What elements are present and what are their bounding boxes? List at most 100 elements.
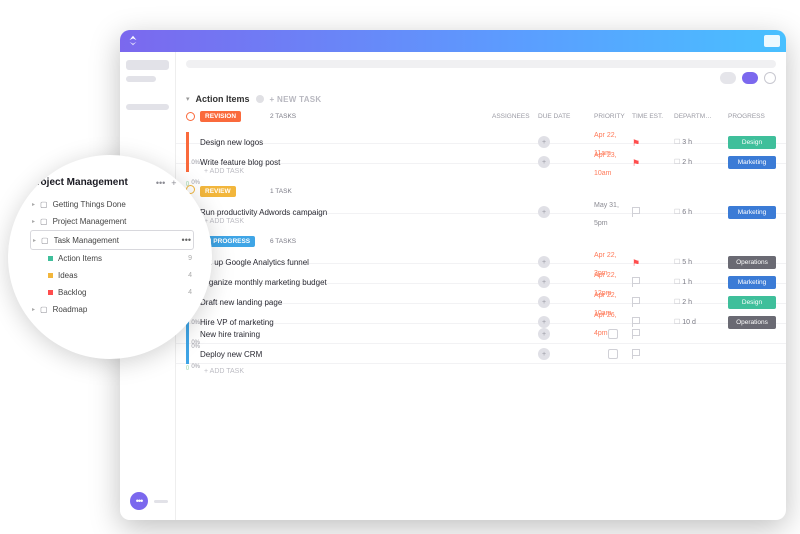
add-task-button[interactable]: + ADD TASK xyxy=(176,364,786,378)
more-icon[interactable]: ••• xyxy=(182,235,191,245)
time-estimate[interactable]: ☐1 h xyxy=(674,278,728,286)
view-pill-active[interactable] xyxy=(742,72,758,84)
assignee-icon[interactable]: + xyxy=(538,276,550,288)
department-tag[interactable]: Operations xyxy=(728,316,776,329)
assignee-icon[interactable]: + xyxy=(538,136,550,148)
task-row[interactable]: Organize monthly marketing budget+Apr 22… xyxy=(176,264,786,284)
add-icon[interactable]: + xyxy=(171,178,176,188)
due-date[interactable]: May 31, 5pm xyxy=(594,202,619,227)
info-icon[interactable] xyxy=(256,95,264,103)
collapse-icon[interactable]: ▾ xyxy=(186,95,190,103)
sidebar-list-item[interactable]: Action Items9 xyxy=(30,250,194,267)
status-header[interactable]: IN PROGRESS6 TASKS xyxy=(176,228,786,244)
task-name: Design new logos xyxy=(200,138,492,147)
app-logo-icon xyxy=(126,34,140,48)
priority-flag-icon[interactable]: ⚑ xyxy=(632,138,640,148)
task-name: Deploy new CRM xyxy=(200,350,492,359)
sidebar-list-item[interactable]: Ideas4 xyxy=(30,267,194,284)
department-tag[interactable]: Marketing xyxy=(728,276,776,289)
priority-flag-icon[interactable] xyxy=(632,297,640,307)
department-tag[interactable]: Marketing xyxy=(728,156,776,169)
main-panel: ▾ Action Items + NEW TASK REVISION 2 TASK… xyxy=(176,52,786,520)
time-estimate[interactable]: ☐10 d xyxy=(674,318,728,326)
task-row[interactable]: New hire training+0% xyxy=(176,324,786,344)
task-row[interactable]: Deploy new CRM+0% xyxy=(176,344,786,364)
sidebar-item-label: Task Management xyxy=(54,236,177,245)
assignee-icon[interactable]: + xyxy=(538,206,550,218)
status-header[interactable]: REVIEW1 TASK xyxy=(176,178,786,194)
header-placeholder xyxy=(186,60,776,68)
sidebar-item-label: Backlog xyxy=(58,288,183,297)
priority-flag-icon[interactable] xyxy=(632,317,640,327)
priority-flag-icon[interactable]: ⚑ xyxy=(632,158,640,168)
department-tag[interactable]: Marketing xyxy=(728,206,776,219)
list-color-icon xyxy=(48,256,53,261)
department-tag[interactable]: Design xyxy=(728,136,776,149)
top-gradient-bar xyxy=(120,30,786,52)
chevron-right-icon: ▸ xyxy=(32,306,35,313)
task-name: Organize monthly marketing budget xyxy=(200,278,492,287)
task-count: 2 TASKS xyxy=(270,113,296,120)
time-estimate[interactable]: ☐2 h xyxy=(674,158,728,166)
time-estimate[interactable]: ☐5 h xyxy=(674,258,728,266)
sidebar-folder-item[interactable]: ▸▢Roadmap xyxy=(30,301,194,318)
view-pill-1[interactable] xyxy=(720,72,736,84)
time-estimate[interactable]: ☐2 h xyxy=(674,298,728,306)
more-icon[interactable]: ••• xyxy=(156,178,165,188)
priority-flag-icon[interactable]: ⚑ xyxy=(632,258,640,268)
time-estimate[interactable]: ☐6 h xyxy=(674,208,728,216)
task-name: Hire VP of marketing xyxy=(200,318,492,327)
item-count: 4 xyxy=(188,289,192,296)
chevron-right-icon: ▸ xyxy=(32,201,35,208)
status-pill: REVISION xyxy=(200,111,241,122)
task-name: Set up Google Analytics funnel xyxy=(200,258,492,267)
sidebar-item-label: Getting Things Done xyxy=(53,200,192,209)
list-color-icon xyxy=(48,290,53,295)
sidebar-item-label: Project Management xyxy=(53,217,192,226)
assignee-icon[interactable]: + xyxy=(538,348,550,360)
task-row[interactable]: Design new logos+Apr 22, 11am⚑☐3 hDesign… xyxy=(176,124,786,144)
sidebar-folder-item[interactable]: ▸ ▢ Project Management xyxy=(30,213,194,230)
task-name: New hire training xyxy=(200,330,492,339)
view-toggle-bar xyxy=(186,70,776,86)
task-row[interactable]: Draft new landing page+Apr 22, 10am☐2 hD… xyxy=(176,284,786,304)
sidebar-list-item[interactable]: Backlog 4 xyxy=(30,284,194,301)
assignee-icon[interactable]: + xyxy=(538,328,550,340)
folder-icon: ▢ xyxy=(40,200,48,209)
time-estimate[interactable]: ☐3 h xyxy=(674,138,728,146)
new-task-button[interactable]: + NEW TASK xyxy=(270,95,322,104)
progress-cell[interactable]: 0% xyxy=(186,364,200,370)
priority-flag-icon[interactable] xyxy=(632,277,640,287)
assignee-icon[interactable]: + xyxy=(538,316,550,328)
settings-icon[interactable] xyxy=(764,72,776,84)
calendar-icon[interactable] xyxy=(608,329,618,339)
task-row[interactable]: Hire VP of marketing+Apr 26, 4pm☐10 dOpe… xyxy=(176,304,786,324)
priority-flag-icon[interactable] xyxy=(632,349,640,359)
task-row[interactable]: Write feature blog post+Apr 23, 10am⚑☐2 … xyxy=(176,144,786,164)
window-control-icon[interactable] xyxy=(764,35,780,47)
department-tag[interactable]: Operations xyxy=(728,256,776,269)
section-title: Action Items xyxy=(196,94,250,104)
department-tag[interactable]: Design xyxy=(728,296,776,309)
assignee-icon[interactable]: + xyxy=(538,256,550,268)
sidebar-item-label: Ideas xyxy=(58,271,183,280)
list-color-icon xyxy=(48,273,53,278)
task-name: Run productivity Adwords campaign xyxy=(200,208,492,217)
sidebar-folder-item[interactable]: ▸ ▢ Getting Things Done xyxy=(30,196,194,213)
status-bar xyxy=(186,132,189,152)
priority-flag-icon[interactable] xyxy=(632,207,640,217)
folder-icon: ▢ xyxy=(40,217,48,226)
status-header[interactable]: REVISION2 TASKSASSIGNEESDUE DATEPRIORITY… xyxy=(176,108,786,124)
task-count: 6 TASKS xyxy=(270,238,296,245)
status-pill: REVIEW xyxy=(200,186,236,197)
assignee-icon[interactable]: + xyxy=(538,296,550,308)
status-bar xyxy=(186,152,189,172)
due-date[interactable]: Apr 23, 10am xyxy=(594,152,617,177)
sidebar-folder-item[interactable]: ▸▢Task Management••• xyxy=(30,230,194,250)
priority-flag-icon[interactable] xyxy=(632,329,640,339)
folder-icon: ▢ xyxy=(41,236,49,245)
assignee-icon[interactable]: + xyxy=(538,156,550,168)
chevron-right-icon: ▸ xyxy=(32,218,35,225)
app-window: ▾ Action Items + NEW TASK REVISION 2 TASK… xyxy=(120,30,786,520)
calendar-icon[interactable] xyxy=(608,349,618,359)
